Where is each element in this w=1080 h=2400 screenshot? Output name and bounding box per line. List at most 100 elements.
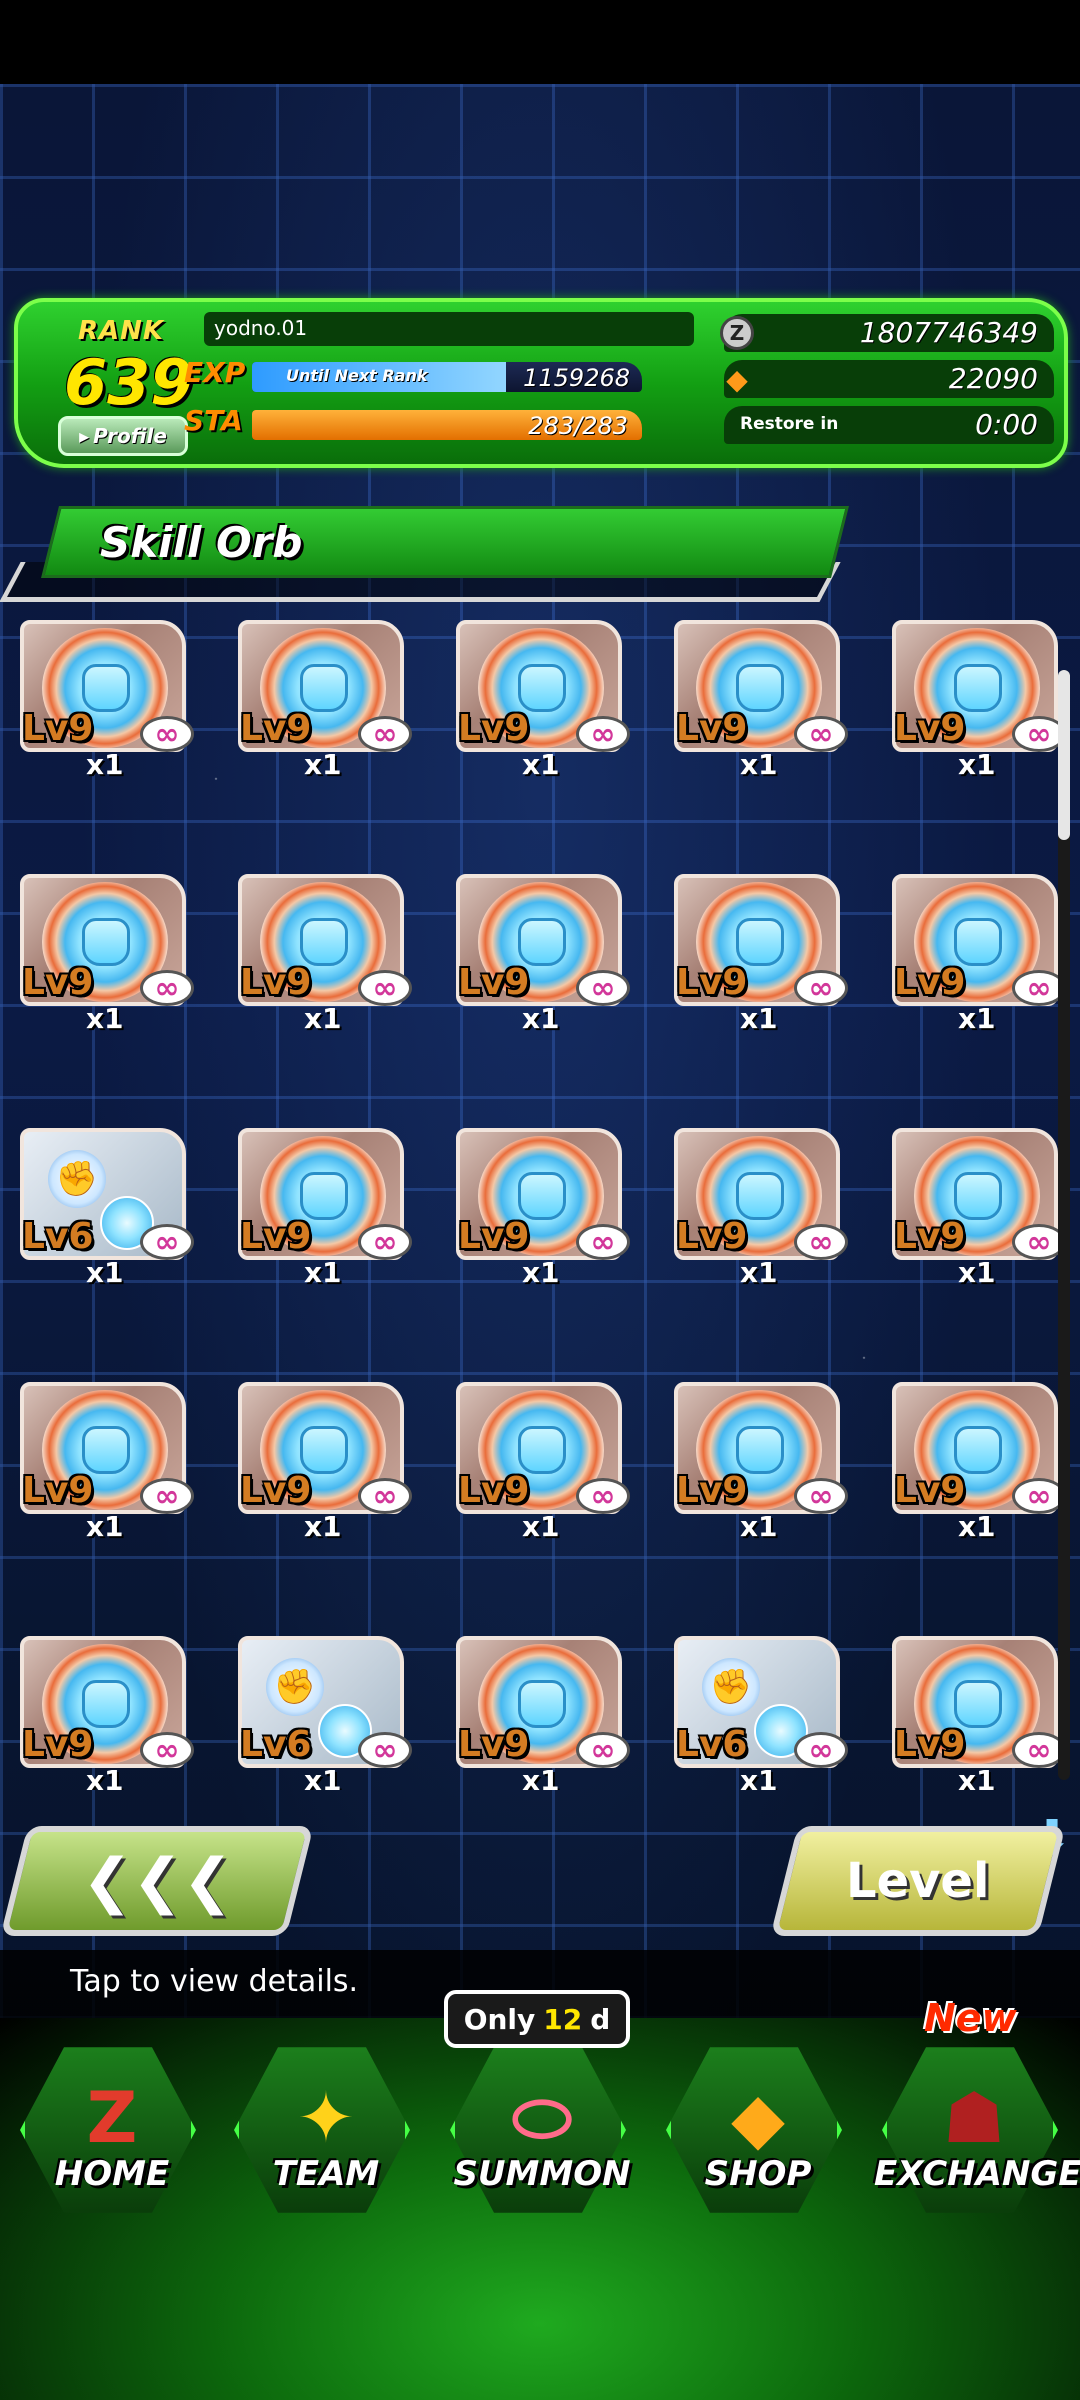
skill-orb-card[interactable]: Lv9 ∞ x1 [674, 620, 848, 781]
orb-quantity: x1 [304, 1510, 342, 1543]
profile-label: Profile [93, 424, 167, 448]
armor-icon [954, 664, 1002, 712]
skill-orb-card[interactable]: Lv9 ∞ x1 [20, 620, 194, 781]
status-bar [0, 0, 1080, 84]
skill-orb-card[interactable]: Lv9 ∞ x1 [892, 874, 1060, 1035]
tip-text: Tap to view details. [70, 1964, 359, 1999]
infinity-icon: ∞ [576, 1224, 630, 1260]
badge-only-text: Only [463, 2002, 536, 2036]
nav-summon[interactable]: ⬭ SUMMON [442, 2028, 642, 2238]
orb-level: Lv9 [240, 962, 312, 1003]
back-button[interactable]: ❮❮❮ [0, 1826, 314, 1936]
orb-level: Lv9 [22, 962, 94, 1003]
scrollbar[interactable] [1058, 670, 1070, 1780]
infinity-icon: ∞ [1012, 1732, 1060, 1768]
orb-quantity: x1 [522, 748, 560, 781]
status-details: yodno.01 EXP Until Next Rank 1159268 STA… [184, 312, 1064, 458]
sta-label: STA [184, 404, 243, 437]
orb-quantity: x1 [740, 748, 778, 781]
armor-icon [736, 918, 784, 966]
nav-team[interactable]: ✦ TEAM [226, 2028, 426, 2238]
skill-orb-card[interactable]: Lv9 ∞ x1 [456, 1382, 630, 1543]
scrollbar-thumb[interactable] [1058, 670, 1070, 840]
infinity-icon: ∞ [794, 1224, 848, 1260]
sta-value: 283/283 [528, 412, 628, 440]
skill-orb-card[interactable]: Lv9 ∞ x1 [456, 1128, 630, 1289]
exp-caption: Until Next Rank [286, 366, 428, 385]
skill-orb-card[interactable]: Lv9 ∞ x1 [20, 874, 194, 1035]
skill-orb-card[interactable]: Lv9 ∞ x1 [238, 874, 412, 1035]
skill-orb-card[interactable]: Lv9 ∞ x1 [20, 1382, 194, 1543]
orb-quantity: x1 [304, 748, 342, 781]
skill-orb-card[interactable]: Lv9 ∞ x1 [674, 874, 848, 1035]
skill-orb-card[interactable]: Lv9 ∞ x1 [20, 1636, 194, 1790]
skill-orb-card[interactable]: Lv9 ∞ x1 [892, 1382, 1060, 1543]
armor-icon [954, 1680, 1002, 1728]
skill-orb-card[interactable]: Lv9 ∞ x1 [456, 874, 630, 1035]
orb-level: Lv9 [676, 1216, 748, 1257]
orb-level: Lv9 [676, 1470, 748, 1511]
skill-orb-card[interactable]: Lv9 ∞ x1 [892, 1128, 1060, 1289]
section-header: Skill Orb [0, 506, 850, 602]
skill-orb-card[interactable]: Lv9 ∞ x1 [456, 620, 630, 781]
player-name-row: yodno.01 [204, 312, 694, 346]
infinity-icon: ∞ [576, 716, 630, 752]
infinity-icon: ∞ [1012, 1224, 1060, 1260]
armor-icon [954, 918, 1002, 966]
profile-button[interactable]: ▸ Profile [58, 416, 188, 456]
play-icon: ▸ [79, 424, 90, 448]
orb-level: Lv9 [240, 1470, 312, 1511]
orb-quantity: x1 [740, 1764, 778, 1790]
skill-orb-card[interactable]: Lv9 ∞ x1 [674, 1382, 848, 1543]
armor-icon [736, 1172, 784, 1220]
orb-quantity: x1 [522, 1764, 560, 1790]
infinity-icon: ∞ [1012, 970, 1060, 1006]
nav-exchange[interactable]: ☗ EXCHANGE [874, 2028, 1080, 2238]
skill-orb-card[interactable]: Lv9 ∞ x1 [892, 1636, 1060, 1790]
armor-icon [518, 1680, 566, 1728]
skill-orb-card[interactable]: Lv9 ∞ x1 [238, 1128, 412, 1289]
armor-icon [82, 1680, 130, 1728]
exp-label: EXP [184, 356, 246, 389]
orb-level: Lv9 [676, 962, 748, 1003]
nav-summon-label: SUMMON [453, 2154, 631, 2194]
skill-orb-card[interactable]: ✊ Lv6 ∞ x1 [20, 1128, 194, 1289]
dragon-stone-icon: ◆ [726, 362, 748, 396]
infinity-icon: ∞ [140, 1478, 194, 1514]
summon-capsule-icon: ⬭ [512, 2076, 572, 2159]
new-badge: New [924, 1996, 1017, 2040]
orb-level: Lv9 [22, 1470, 94, 1511]
skill-orb-card[interactable]: Lv9 ∞ x1 [892, 620, 1060, 781]
nav-shop[interactable]: ◆ SHOP [658, 2028, 858, 2238]
infinity-icon: ∞ [140, 716, 194, 752]
orb-quantity: x1 [522, 1002, 560, 1035]
skill-orb-grid: Lv9 ∞ x1 Lv9 ∞ x1 Lv9 ∞ x1 Lv9 ∞ x1 Lv9 ∞ x1 Lv9 ∞ x1 Lv9 ∞… [20, 620, 1060, 1790]
orb-level: Lv9 [458, 1724, 530, 1765]
infinity-icon: ∞ [794, 970, 848, 1006]
restore-label: Restore in [740, 414, 839, 434]
orb-level: Lv9 [894, 708, 966, 749]
skill-orb-card[interactable]: ✊ Lv6 ∞ x1 [674, 1636, 848, 1790]
sort-level-button[interactable]: Level [770, 1826, 1066, 1936]
orb-level: Lv6 [676, 1724, 748, 1765]
level-label: Level [846, 1853, 990, 1909]
orb-quantity: x1 [522, 1256, 560, 1289]
skill-orb-card[interactable]: ✊ Lv6 ∞ x1 [238, 1636, 412, 1790]
nav-home[interactable]: Z HOME [12, 2028, 212, 2238]
infinity-icon: ∞ [1012, 1478, 1060, 1514]
orb-level: Lv9 [676, 708, 748, 749]
nav-home-label: HOME [54, 2154, 170, 2194]
restore-time: 0:00 [975, 408, 1038, 441]
dragon-stone-row[interactable]: ◆ 22090 [724, 360, 1054, 398]
rank-value: 639 [64, 346, 194, 419]
orb-level: Lv9 [894, 962, 966, 1003]
orb-quantity: x1 [740, 1510, 778, 1543]
armor-icon [954, 1426, 1002, 1474]
skill-orb-card[interactable]: Lv9 ∞ x1 [238, 1382, 412, 1543]
skill-orb-card[interactable]: Lv9 ∞ x1 [456, 1636, 630, 1790]
skill-orb-card[interactable]: Lv9 ∞ x1 [238, 620, 412, 781]
armor-icon [300, 918, 348, 966]
infinity-icon: ∞ [358, 970, 412, 1006]
skill-orb-card[interactable]: Lv9 ∞ x1 [674, 1128, 848, 1289]
infinity-icon: ∞ [576, 970, 630, 1006]
